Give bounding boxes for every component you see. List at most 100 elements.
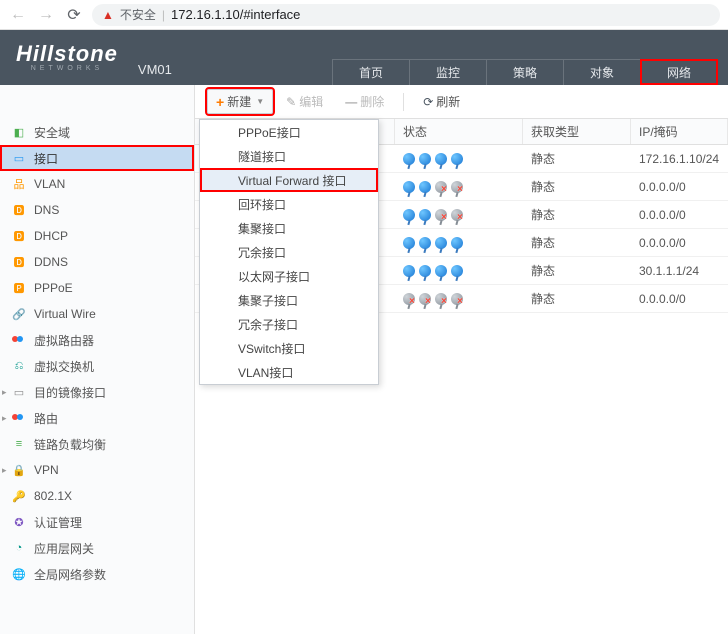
sidebar-icon: 品 [12, 177, 26, 191]
status-icon [419, 209, 431, 221]
sidebar-item[interactable]: 🅳 DNS [0, 197, 194, 223]
cell-type: 静态 [523, 201, 631, 228]
nav-item[interactable]: 网络 [640, 59, 718, 85]
status-icon [451, 237, 463, 249]
app-header: Hillstone NETWORKS VM01 首页监控策略对象网络 [0, 30, 728, 85]
sidebar-item[interactable]: 🔑802.1X [0, 483, 194, 509]
top-nav: 首页监控策略对象网络 [333, 59, 718, 85]
host-name: VM01 [138, 62, 172, 85]
nav-item[interactable]: 首页 [332, 59, 410, 85]
back-button[interactable]: ← [8, 6, 28, 24]
sidebar-item-label: 链路负载均衡 [34, 436, 106, 453]
sidebar-item[interactable]: 🔗Virtual Wire [0, 301, 194, 327]
sidebar-icon: ▭ [12, 151, 26, 165]
nav-item[interactable]: 策略 [486, 59, 564, 85]
sidebar-item[interactable]: 🅿PPPoE [0, 275, 194, 301]
reload-button[interactable]: ⟳ [64, 5, 84, 25]
main-panel: + 新建 ▼ ✎ 编辑 — 删除 ⟳ 刷新 PPPoE接口隧道接口Virtual… [195, 85, 728, 634]
delete-button[interactable]: — 删除 [336, 89, 393, 114]
dropdown-item[interactable]: PPPoE接口 [200, 120, 378, 144]
sidebar-item-label: 应用层网关 [34, 540, 94, 557]
cell-ip: 0.0.0.0/0 [631, 285, 728, 312]
sidebar-item[interactable]: 🔒 VPN [0, 457, 194, 483]
dropdown-item[interactable]: 隧道接口 [200, 144, 378, 168]
sidebar-icon: ◧ [12, 125, 26, 139]
cell-ip: 0.0.0.0/0 [631, 201, 728, 228]
nav-item[interactable]: 对象 [563, 59, 641, 85]
new-button[interactable]: + 新建 ▼ [207, 89, 273, 114]
sidebar-item-label: DHCP [34, 229, 68, 243]
status-icon [403, 209, 415, 221]
sidebar-item[interactable]: ⎌虚拟交换机 [0, 353, 194, 379]
col-status[interactable]: 状态 [395, 119, 523, 144]
status-icons [403, 209, 463, 221]
refresh-button[interactable]: ⟳ 刷新 [414, 89, 469, 114]
status-icon [451, 265, 463, 277]
sidebar-item[interactable]: ◔ 应用层网关 [0, 535, 194, 561]
sidebar-item[interactable]: ▭目的镜像接口 [0, 379, 194, 405]
dropdown-item[interactable]: 以太网子接口 [200, 264, 378, 288]
nav-item[interactable]: 监控 [409, 59, 487, 85]
sidebar-item-label: VLAN [34, 177, 65, 191]
sidebar-item[interactable]: ✪认证管理 [0, 509, 194, 535]
edit-button[interactable]: ✎ 编辑 [277, 89, 332, 114]
sidebar-item[interactable]: 路由 [0, 405, 194, 431]
logo: Hillstone NETWORKS [0, 30, 134, 85]
sidebar-icon: 🅳 [12, 203, 26, 217]
sidebar-item-label: VPN [34, 463, 59, 477]
status-icon [403, 237, 415, 249]
sidebar-item[interactable]: 🌐全局网络参数 [0, 561, 194, 587]
status-icon [419, 153, 431, 165]
status-icons [403, 265, 463, 277]
sidebar: ◧安全域▭接口品 VLAN 🅳 DNS 🅳 DHCP 🅳DDNS🅿PPPoE🔗Virtual… [0, 85, 195, 634]
col-type[interactable]: 获取类型 [523, 119, 631, 144]
sidebar-item-label: 目的镜像接口 [34, 384, 106, 401]
sidebar-item[interactable]: 虚拟路由器 [0, 327, 194, 353]
sidebar-item[interactable]: ▭接口 [0, 145, 194, 171]
dropdown-item[interactable]: 集聚子接口 [200, 288, 378, 312]
sidebar-icon: ⎌ [12, 359, 26, 373]
dropdown-item[interactable]: Virtual Forward 接口 [200, 168, 378, 192]
col-ip[interactable]: IP/掩码 [631, 119, 728, 144]
status-icon [451, 153, 463, 165]
status-icon [451, 209, 463, 221]
sidebar-icon: 🔗 [12, 307, 26, 321]
status-icon [435, 265, 447, 277]
cell-type: 静态 [523, 285, 631, 312]
sidebar-icon: ≡ [12, 437, 26, 451]
dropdown-item[interactable]: VSwitch接口 [200, 336, 378, 360]
address-bar[interactable]: ▲ 不安全 | 172.16.1.10/#interface [92, 4, 720, 26]
status-icon [403, 153, 415, 165]
sidebar-item[interactable]: 品 VLAN [0, 171, 194, 197]
cell-ip: 0.0.0.0/0 [631, 229, 728, 256]
sidebar-icon: 🅳 [12, 229, 26, 243]
sidebar-item[interactable]: 🅳 DHCP [0, 223, 194, 249]
plus-icon: + [216, 94, 224, 110]
sidebar-icon: 🔒 [12, 463, 26, 477]
status-icons [403, 293, 463, 305]
dropdown-item[interactable]: 冗余接口 [200, 240, 378, 264]
dropdown-item[interactable]: 冗余子接口 [200, 312, 378, 336]
edit-button-label: 编辑 [299, 93, 323, 110]
status-icon [419, 237, 431, 249]
sidebar-item[interactable]: ≡ 链路负载均衡 [0, 431, 194, 457]
minus-icon: — [345, 95, 357, 109]
status-icons [403, 237, 463, 249]
sidebar-icon: 🅳 [12, 255, 26, 269]
cell-type: 静态 [523, 145, 631, 172]
new-button-label: 新建 [227, 93, 251, 110]
dropdown-item[interactable]: VLAN接口 [200, 360, 378, 384]
sidebar-item[interactable]: ◧安全域 [0, 119, 194, 145]
dropdown-item[interactable]: 集聚接口 [200, 216, 378, 240]
sidebar-icon: ◔ [12, 541, 26, 555]
sidebar-item-label: DNS [34, 203, 59, 217]
status-icon [435, 181, 447, 193]
sidebar-item-label: 虚拟路由器 [34, 332, 94, 349]
sidebar-item[interactable]: 🅳DDNS [0, 249, 194, 275]
insecure-label: 不安全 [120, 6, 156, 23]
forward-button[interactable]: → [36, 6, 56, 24]
cell-ip: 30.1.1.1/24 [631, 257, 728, 284]
dropdown-item[interactable]: 回环接口 [200, 192, 378, 216]
cell-ip: 0.0.0.0/0 [631, 173, 728, 200]
status-icon [403, 265, 415, 277]
